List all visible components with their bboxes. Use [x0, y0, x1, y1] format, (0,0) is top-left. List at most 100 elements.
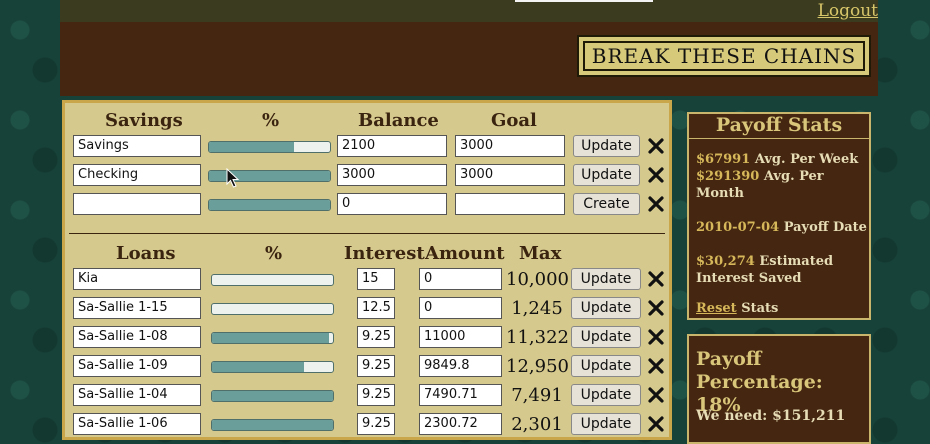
- max-header: Max: [519, 243, 562, 264]
- loan-progress-bar: [211, 390, 334, 402]
- amount-needed: We need: $151,211: [696, 408, 846, 424]
- goal-header: Goal: [491, 110, 537, 131]
- balance-input[interactable]: 3000: [337, 164, 447, 186]
- loans-header: Loans: [116, 243, 176, 264]
- avg-per-month: $291390 Avg. Per Month: [696, 168, 836, 202]
- interest-input[interactable]: 9.25: [357, 355, 395, 377]
- delete-icon[interactable]: [647, 328, 665, 346]
- delete-icon[interactable]: [647, 357, 665, 375]
- interest-input[interactable]: 15: [357, 268, 395, 290]
- payoff-percentage-panel: Payoff Percentage: 18% We need: $151,211: [687, 334, 871, 444]
- loan-progress-fill: [212, 333, 330, 343]
- loan-progress-bar: [211, 274, 334, 286]
- delete-icon[interactable]: [647, 415, 665, 433]
- loan-name-input[interactable]: Sa-Sallie 1-06: [73, 413, 201, 435]
- goal-input[interactable]: 3000: [455, 135, 565, 157]
- amount-input[interactable]: 9849.8: [419, 355, 502, 377]
- top-bar-strip: [515, 0, 653, 2]
- section-divider: [69, 233, 665, 234]
- savings-name-input[interactable]: Savings: [73, 135, 201, 157]
- amount-header: Amount: [425, 243, 505, 264]
- interest-input[interactable]: 9.25: [357, 384, 395, 406]
- max-value: 10,000: [506, 269, 569, 290]
- savings-progress-fill: [209, 142, 294, 152]
- update-savings-button[interactable]: Update: [573, 135, 640, 157]
- update-loan-button[interactable]: Update: [571, 413, 641, 435]
- savings-progress-bar: [208, 199, 331, 211]
- loan-name-input[interactable]: Sa-Sallie 1-09: [73, 355, 201, 377]
- amount-input[interactable]: 2300.72: [419, 413, 502, 435]
- max-value: 11,322: [506, 327, 569, 348]
- savings-percent-header: %: [262, 110, 280, 131]
- balance-header: Balance: [358, 110, 439, 131]
- loans-percent-header: %: [265, 243, 283, 264]
- delete-icon[interactable]: [647, 195, 665, 213]
- reset-stats: Reset Stats: [696, 300, 778, 317]
- loan-progress-fill: [212, 362, 304, 372]
- savings-progress-fill: [209, 200, 330, 210]
- max-value: 7,491: [511, 385, 563, 406]
- max-value: 1,245: [511, 298, 563, 319]
- interest-input[interactable]: 12.5: [357, 297, 395, 319]
- savings-progress-bar: [208, 141, 331, 153]
- interest-header: Interest: [344, 243, 425, 264]
- accounts-panel: Savings % Balance Goal Savings 2100 3000 Up…: [62, 100, 672, 440]
- update-loan-button[interactable]: Update: [571, 326, 641, 348]
- delete-icon[interactable]: [647, 166, 665, 184]
- interest-saved: $30,274 Estimated Interest Saved: [696, 253, 868, 287]
- break-these-chains-button[interactable]: BREAK THESE CHAINS: [577, 35, 871, 77]
- reset-link[interactable]: Reset: [696, 301, 737, 316]
- max-value: 2,301: [511, 414, 563, 435]
- amount-input[interactable]: 7490.71: [419, 384, 502, 406]
- amount-input[interactable]: 11000: [419, 326, 502, 348]
- loan-name-input[interactable]: Sa-Sallie 1-04: [73, 384, 201, 406]
- amount-input[interactable]: 0: [419, 268, 502, 290]
- update-savings-button[interactable]: Update: [573, 164, 640, 186]
- loan-progress-bar: [211, 332, 334, 344]
- delete-icon[interactable]: [647, 386, 665, 404]
- update-loan-button[interactable]: Update: [571, 384, 641, 406]
- avg-per-week-value: $67991: [696, 152, 751, 167]
- payoff-date-label: Payoff Date: [783, 220, 867, 235]
- payoff-percentage-title: Payoff Percentage: 18%: [696, 348, 823, 416]
- interest-input[interactable]: 9.25: [357, 326, 395, 348]
- payoff-date-value: 2010-07-04: [696, 220, 780, 235]
- goal-input[interactable]: [455, 193, 565, 215]
- avg-per-week: $67991 Avg. Per Week: [696, 151, 866, 168]
- payoff-stats-title: Payoff Stats: [689, 114, 869, 139]
- amount-input[interactable]: 0: [419, 297, 502, 319]
- avg-per-week-label: Avg. Per Week: [754, 152, 859, 167]
- loan-progress-fill: [212, 420, 333, 430]
- savings-name-input[interactable]: [73, 193, 201, 215]
- loan-progress-bar: [211, 361, 334, 373]
- payoff-date: 2010-07-04 Payoff Date: [696, 219, 868, 236]
- interest-input[interactable]: 9.25: [357, 413, 395, 435]
- loan-name-input[interactable]: Sa-Sallie 1-15: [73, 297, 201, 319]
- loan-progress-fill: [212, 391, 333, 401]
- balance-input[interactable]: 0: [337, 193, 447, 215]
- savings-header: Savings: [105, 110, 183, 131]
- update-loan-button[interactable]: Update: [571, 297, 641, 319]
- update-loan-button[interactable]: Update: [571, 355, 641, 377]
- max-value: 12,950: [506, 356, 569, 377]
- update-loan-button[interactable]: Update: [571, 268, 641, 290]
- create-savings-button[interactable]: Create: [573, 193, 640, 215]
- break-these-chains-label: BREAK THESE CHAINS: [591, 44, 857, 68]
- savings-name-input[interactable]: Checking: [73, 164, 201, 186]
- interest-saved-value: $30,274: [696, 254, 755, 269]
- loan-name-input[interactable]: Sa-Sallie 1-08: [73, 326, 201, 348]
- balance-input[interactable]: 2100: [337, 135, 447, 157]
- header-banner: BREAK THESE CHAINS: [60, 22, 878, 96]
- loan-name-input[interactable]: Kia: [73, 268, 201, 290]
- logout-link[interactable]: Logout: [818, 1, 878, 21]
- delete-icon[interactable]: [647, 270, 665, 288]
- loan-progress-bar: [211, 303, 334, 315]
- delete-icon[interactable]: [647, 299, 665, 317]
- goal-input[interactable]: 3000: [455, 164, 565, 186]
- mouse-cursor-icon: [226, 168, 240, 188]
- avg-per-month-value: $291390: [696, 169, 760, 184]
- delete-icon[interactable]: [647, 137, 665, 155]
- payoff-stats-panel: Payoff Stats $67991 Avg. Per Week $29139…: [687, 112, 871, 320]
- reset-stats-label: Stats: [741, 301, 779, 316]
- top-bar: Logout: [60, 0, 878, 22]
